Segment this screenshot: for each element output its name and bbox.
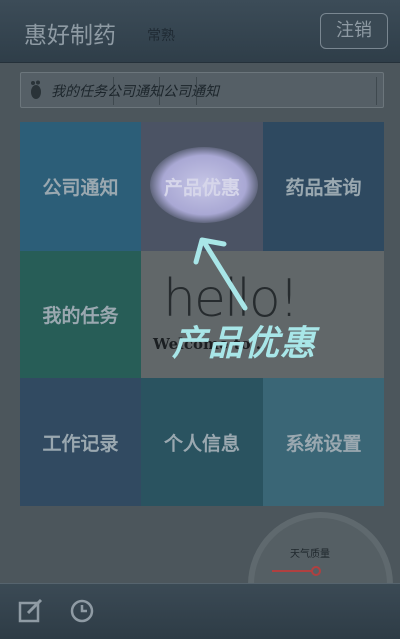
tile-my-tasks[interactable]: 我的任务 [20,251,141,378]
tile-label: 我的任务 [42,305,119,327]
ticker-divider [113,77,114,105]
annotation-label: 产品优惠 [172,324,317,364]
tile-personal-info[interactable]: 个人信息 [141,378,263,506]
ticker-divider [196,77,197,105]
bottom-toolbar [0,583,400,639]
tile-work-log[interactable]: 工作记录 [20,378,141,506]
app-header: 惠好制药 常熟 注销 [0,0,400,63]
tile-label: 公司通知 [42,177,119,199]
ticker-text: 我的任务公司通知公司通知 [51,81,219,101]
tile-drug-search[interactable]: 药品查询 [263,122,384,251]
tile-company-notice[interactable]: 公司通知 [20,122,141,251]
tile-label: 系统设置 [285,432,362,455]
notice-ticker[interactable]: 我的任务公司通知公司通知 [20,72,384,108]
tile-system-settings[interactable]: 系统设置 [263,378,384,506]
weather-dial-label: 天气质量 [290,549,330,560]
ticker-divider [159,77,160,105]
logout-button[interactable]: 注销 [320,13,388,49]
ticker-divider [376,77,377,105]
tile-label: 工作记录 [42,432,119,455]
ticker-segment: 我的任务 [51,84,107,100]
footprint-icon [31,80,41,99]
tile-label: 个人信息 [163,432,240,455]
tile-label: 产品优惠 [163,177,240,199]
city-label[interactable]: 常熟 [147,25,175,45]
app-title: 惠好制药 [24,23,116,49]
edit-icon[interactable] [18,598,44,624]
dial-needle-icon [272,566,321,576]
tile-label: 药品查询 [285,177,362,199]
ticker-segment: 公司通知 [107,84,163,100]
ticker-segment: 公司通知 [163,84,219,100]
clock-icon[interactable] [69,598,95,624]
pointer-arrow-icon [193,237,248,311]
